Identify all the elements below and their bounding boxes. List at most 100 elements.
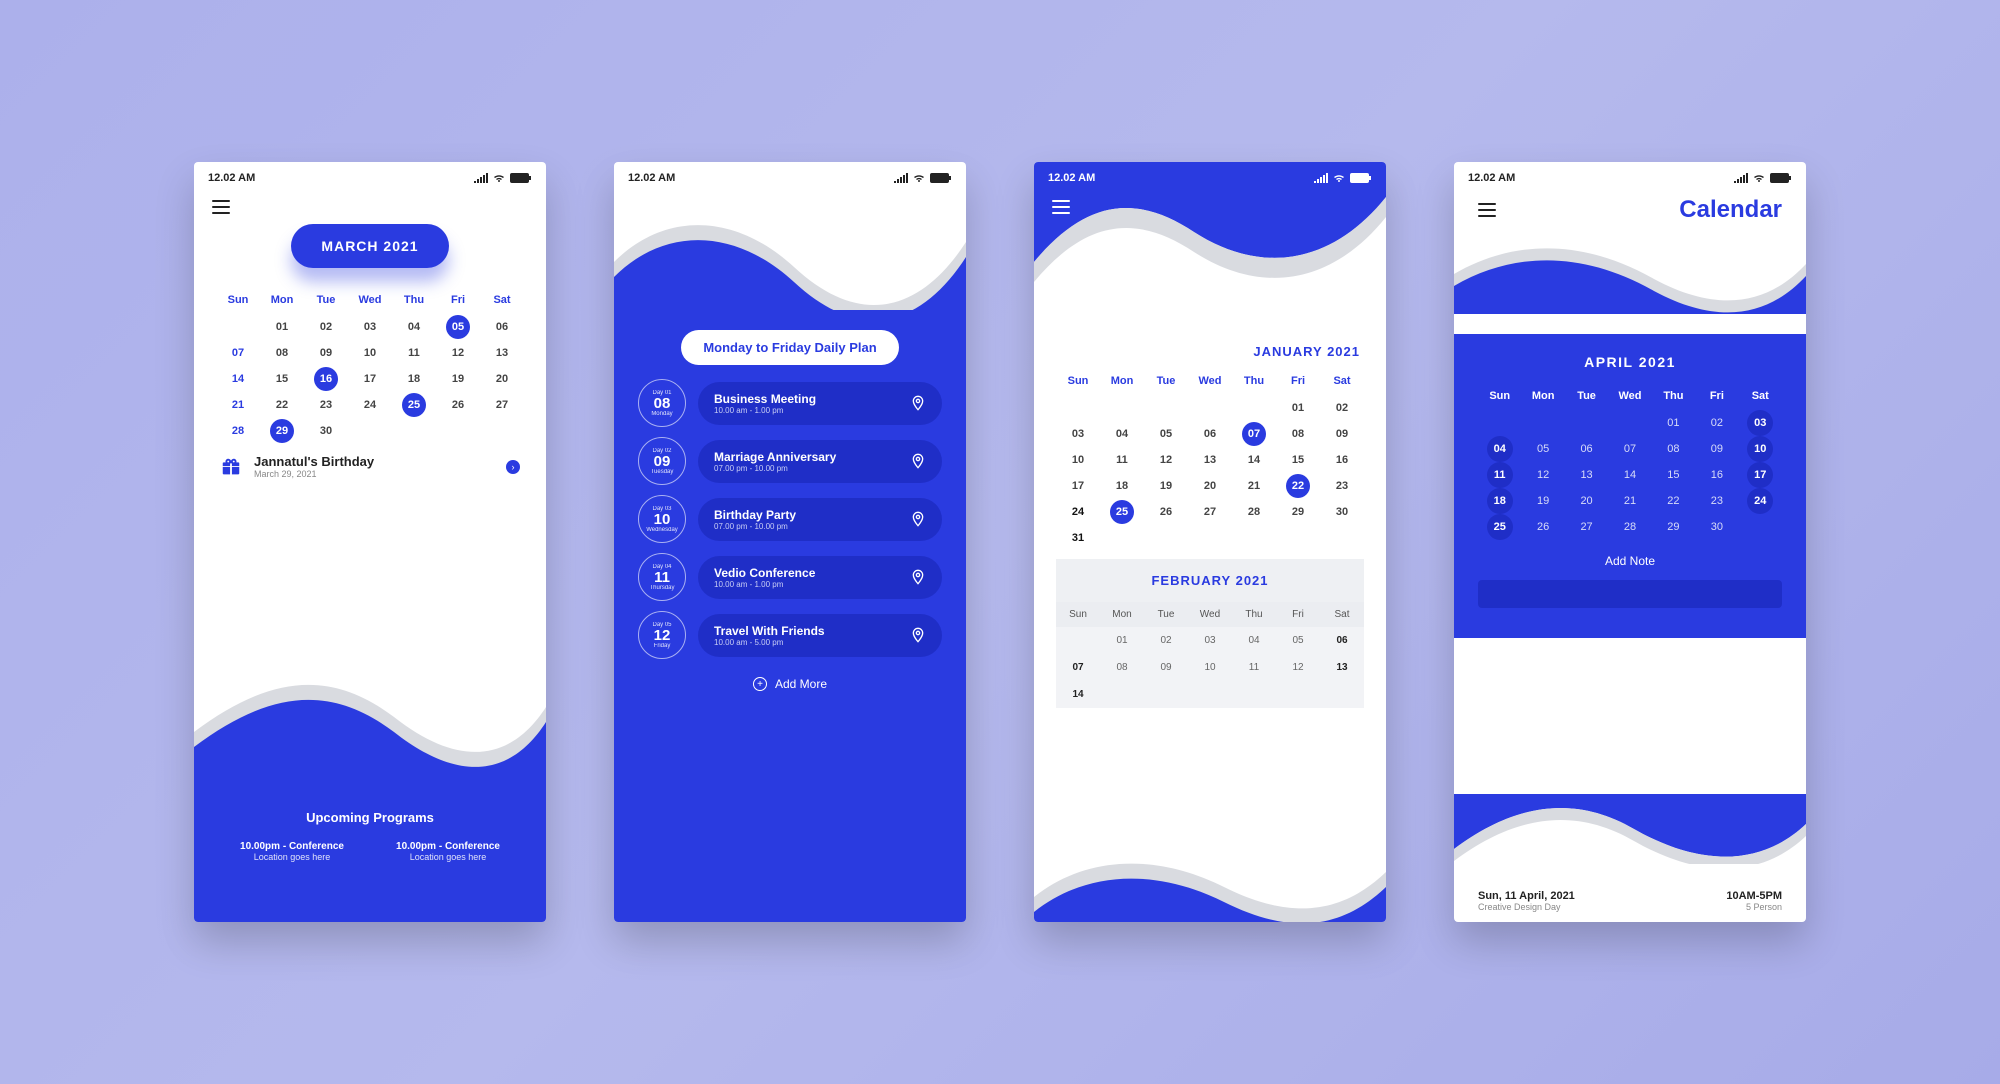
hamburger-icon[interactable] xyxy=(1478,203,1496,217)
calendar-day[interactable]: 02 xyxy=(1144,627,1188,654)
calendar-day[interactable]: 08 xyxy=(1276,421,1320,447)
calendar-day[interactable]: 20 xyxy=(1188,473,1232,499)
calendar-day[interactable]: 21 xyxy=(1232,473,1276,499)
calendar-day[interactable]: 28 xyxy=(216,418,260,444)
calendar-day[interactable]: 29 xyxy=(1276,499,1320,525)
calendar-day[interactable]: 20 xyxy=(480,366,524,392)
calendar-day[interactable]: 03 xyxy=(1056,421,1100,447)
calendar-day[interactable]: 17 xyxy=(1056,473,1100,499)
calendar-day[interactable]: 27 xyxy=(480,392,524,418)
calendar-day[interactable]: 22 xyxy=(1652,488,1695,514)
plan-item[interactable]: Day 0108Monday Business Meeting10.00 am … xyxy=(638,379,942,427)
calendar-day[interactable]: 28 xyxy=(1608,514,1651,540)
calendar-day[interactable]: 12 xyxy=(1521,462,1564,488)
hamburger-icon[interactable] xyxy=(212,200,230,214)
calendar-day[interactable]: 05 xyxy=(1276,627,1320,654)
calendar-day[interactable]: 18 xyxy=(1478,488,1521,514)
calendar-day[interactable]: 18 xyxy=(392,366,436,392)
calendar-day[interactable]: 13 xyxy=(1565,462,1608,488)
calendar-day[interactable]: 27 xyxy=(1565,514,1608,540)
calendar-day[interactable]: 21 xyxy=(1608,488,1651,514)
calendar-day[interactable]: 20 xyxy=(1565,488,1608,514)
calendar-day[interactable]: 25 xyxy=(392,392,436,418)
calendar-day[interactable]: 16 xyxy=(304,366,348,392)
calendar-day[interactable]: 10 xyxy=(1739,436,1782,462)
calendar-day[interactable]: 14 xyxy=(216,366,260,392)
calendar-day[interactable]: 13 xyxy=(480,340,524,366)
calendar-day[interactable]: 11 xyxy=(1232,654,1276,681)
calendar-day[interactable]: 01 xyxy=(1276,395,1320,421)
calendar-day[interactable]: 16 xyxy=(1695,462,1738,488)
calendar-day[interactable]: 09 xyxy=(1320,421,1364,447)
calendar-day[interactable]: 02 xyxy=(1695,410,1738,436)
calendar-day[interactable]: 10 xyxy=(1188,654,1232,681)
calendar-day[interactable]: 13 xyxy=(1188,447,1232,473)
calendar-day[interactable]: 08 xyxy=(1652,436,1695,462)
calendar-day[interactable]: 18 xyxy=(1100,473,1144,499)
calendar-day[interactable]: 15 xyxy=(1652,462,1695,488)
calendar-day[interactable]: 25 xyxy=(1478,514,1521,540)
calendar-day[interactable]: 09 xyxy=(1695,436,1738,462)
calendar-day[interactable]: 04 xyxy=(1478,436,1521,462)
calendar-day[interactable]: 11 xyxy=(1100,447,1144,473)
note-input[interactable] xyxy=(1478,580,1782,608)
calendar-day[interactable]: 23 xyxy=(1320,473,1364,499)
calendar-day[interactable]: 02 xyxy=(304,314,348,340)
calendar-day[interactable]: 25 xyxy=(1100,499,1144,525)
calendar-day[interactable]: 09 xyxy=(1144,654,1188,681)
calendar-day[interactable]: 01 xyxy=(260,314,304,340)
calendar-day[interactable]: 19 xyxy=(436,366,480,392)
plan-item[interactable]: Day 0512Friday Travel With Friends10.00 … xyxy=(638,611,942,659)
calendar-day[interactable]: 06 xyxy=(1188,421,1232,447)
plan-item[interactable]: Day 0310Wednesday Birthday Party07.00 pm… xyxy=(638,495,942,543)
calendar-day[interactable]: 02 xyxy=(1320,395,1364,421)
calendar-day[interactable]: 26 xyxy=(1521,514,1564,540)
plan-item[interactable]: Day 0209Tuesday Marriage Anniversary07.0… xyxy=(638,437,942,485)
calendar-day[interactable]: 11 xyxy=(1478,462,1521,488)
calendar-day[interactable]: 01 xyxy=(1100,627,1144,654)
calendar-day[interactable]: 03 xyxy=(1188,627,1232,654)
calendar-day[interactable]: 07 xyxy=(1232,421,1276,447)
calendar-day[interactable]: 13 xyxy=(1320,654,1364,681)
calendar-day[interactable]: 26 xyxy=(1144,499,1188,525)
calendar-day[interactable]: 06 xyxy=(480,314,524,340)
calendar-day[interactable]: 12 xyxy=(436,340,480,366)
calendar-day[interactable]: 24 xyxy=(348,392,392,418)
calendar-day[interactable]: 12 xyxy=(1144,447,1188,473)
calendar-day[interactable]: 21 xyxy=(216,392,260,418)
calendar-day[interactable]: 14 xyxy=(1056,681,1100,708)
calendar-day[interactable]: 05 xyxy=(436,314,480,340)
calendar-day[interactable]: 03 xyxy=(1739,410,1782,436)
calendar-day[interactable]: 15 xyxy=(260,366,304,392)
calendar-day[interactable]: 08 xyxy=(1100,654,1144,681)
calendar-day[interactable]: 12 xyxy=(1276,654,1320,681)
calendar-day[interactable]: 16 xyxy=(1320,447,1364,473)
calendar-day[interactable]: 24 xyxy=(1056,499,1100,525)
calendar-day[interactable]: 24 xyxy=(1739,488,1782,514)
calendar-day[interactable]: 30 xyxy=(1320,499,1364,525)
calendar-day[interactable]: 23 xyxy=(304,392,348,418)
calendar-day[interactable]: 09 xyxy=(304,340,348,366)
calendar-day[interactable]: 08 xyxy=(260,340,304,366)
add-more-button[interactable]: + Add More xyxy=(614,677,966,691)
calendar-day[interactable]: 23 xyxy=(1695,488,1738,514)
hamburger-icon[interactable] xyxy=(1052,200,1070,214)
calendar-day[interactable]: 10 xyxy=(1056,447,1100,473)
calendar-day[interactable]: 29 xyxy=(260,418,304,444)
calendar-day[interactable]: 19 xyxy=(1144,473,1188,499)
calendar-day[interactable]: 03 xyxy=(348,314,392,340)
calendar-day[interactable]: 01 xyxy=(1652,410,1695,436)
calendar-day[interactable]: 27 xyxy=(1188,499,1232,525)
calendar-day[interactable]: 11 xyxy=(392,340,436,366)
upcoming-item[interactable]: 10.00pm - Conference Location goes here xyxy=(240,841,344,862)
calendar-day[interactable]: 17 xyxy=(1739,462,1782,488)
calendar-day[interactable]: 05 xyxy=(1144,421,1188,447)
calendar-day[interactable]: 17 xyxy=(348,366,392,392)
calendar-day[interactable]: 06 xyxy=(1565,436,1608,462)
calendar-day[interactable]: 26 xyxy=(436,392,480,418)
calendar-day[interactable]: 14 xyxy=(1608,462,1651,488)
calendar-day[interactable]: 19 xyxy=(1521,488,1564,514)
calendar-day[interactable]: 15 xyxy=(1276,447,1320,473)
calendar-day[interactable]: 06 xyxy=(1320,627,1364,654)
plan-item[interactable]: Day 0411Thursday Vedio Conference10.00 a… xyxy=(638,553,942,601)
